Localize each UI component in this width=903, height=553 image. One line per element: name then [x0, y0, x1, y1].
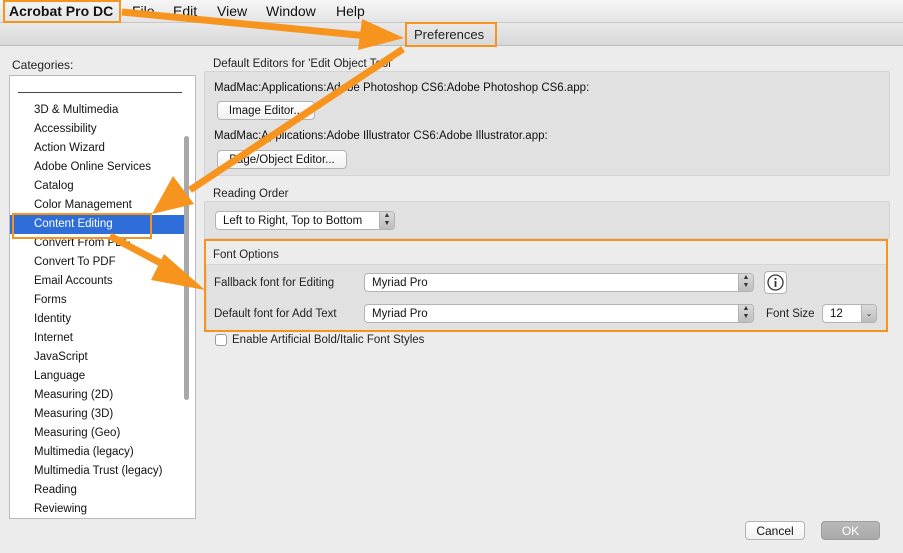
category-adobe-online-services[interactable]: Adobe Online Services [10, 158, 184, 177]
menu-bar: Acrobat Pro DC File Edit View Window Hel… [0, 0, 903, 23]
artificial-bold-checkbox[interactable] [215, 334, 227, 346]
app-name-highlight [3, 0, 121, 23]
page-editor-path: MadMac:Applications:Adobe Illustrator CS… [214, 130, 548, 142]
menu-view[interactable]: View [217, 3, 247, 19]
category-email-accounts[interactable]: Email Accounts [10, 272, 184, 291]
reading-order-select[interactable]: Left to Right, Top to Bottom ▲ ▼ [215, 211, 395, 230]
category-multimedia-legacy[interactable]: Multimedia (legacy) [10, 443, 184, 462]
menu-help[interactable]: Help [336, 3, 365, 19]
category-action-wizard[interactable]: Action Wizard [10, 139, 184, 158]
category-3d-multimedia[interactable]: 3D & Multimedia [10, 101, 184, 120]
reading-order-label: Reading Order [213, 188, 289, 200]
categories-list-panel: 3D & Multimedia Accessibility Action Wiz… [9, 75, 196, 519]
category-identity[interactable]: Identity [10, 310, 184, 329]
select-arrows-icon: ▲ ▼ [379, 212, 394, 229]
category-measuring-2d[interactable]: Measuring (2D) [10, 386, 184, 405]
category-catalog[interactable]: Catalog [10, 177, 184, 196]
reading-order-value: Left to Right, Top to Bottom [223, 215, 363, 227]
font-options-highlight [204, 239, 888, 332]
category-javascript[interactable]: JavaScript [10, 348, 184, 367]
category-internet[interactable]: Internet [10, 329, 184, 348]
category-reviewing[interactable]: Reviewing [10, 500, 184, 518]
category-accessibility[interactable]: Accessibility [10, 120, 184, 139]
category-language[interactable]: Language [10, 367, 184, 386]
category-multimedia-trust-legacy[interactable]: Multimedia Trust (legacy) [10, 462, 184, 481]
category-measuring-geo[interactable]: Measuring (Geo) [10, 424, 184, 443]
image-editor-path: MadMac:Applications:Adobe Photoshop CS6:… [214, 82, 590, 94]
preferences-highlight [405, 22, 497, 47]
categories-list: 3D & Multimedia Accessibility Action Wiz… [10, 101, 184, 518]
cancel-button[interactable]: Cancel [745, 521, 805, 540]
page-object-editor-button[interactable]: Page/Object Editor... [217, 150, 347, 169]
editors-section-label: Default Editors for 'Edit Object Tool' [213, 58, 393, 70]
menu-edit[interactable]: Edit [173, 3, 197, 19]
menu-window[interactable]: Window [266, 3, 316, 19]
category-forms[interactable]: Forms [10, 291, 184, 310]
category-convert-to-pdf[interactable]: Convert To PDF [10, 253, 184, 272]
category-measuring-3d[interactable]: Measuring (3D) [10, 405, 184, 424]
content-editing-highlight [12, 213, 152, 239]
categories-scrollbar[interactable] [184, 136, 189, 400]
image-editor-button[interactable]: Image Editor... [217, 101, 315, 120]
categories-divider [18, 92, 182, 93]
artificial-bold-label: Enable Artificial Bold/Italic Font Style… [232, 334, 425, 346]
categories-label: Categories: [12, 58, 74, 72]
menu-file[interactable]: File [132, 3, 155, 19]
ok-button[interactable]: OK [821, 521, 880, 540]
category-reading[interactable]: Reading [10, 481, 184, 500]
